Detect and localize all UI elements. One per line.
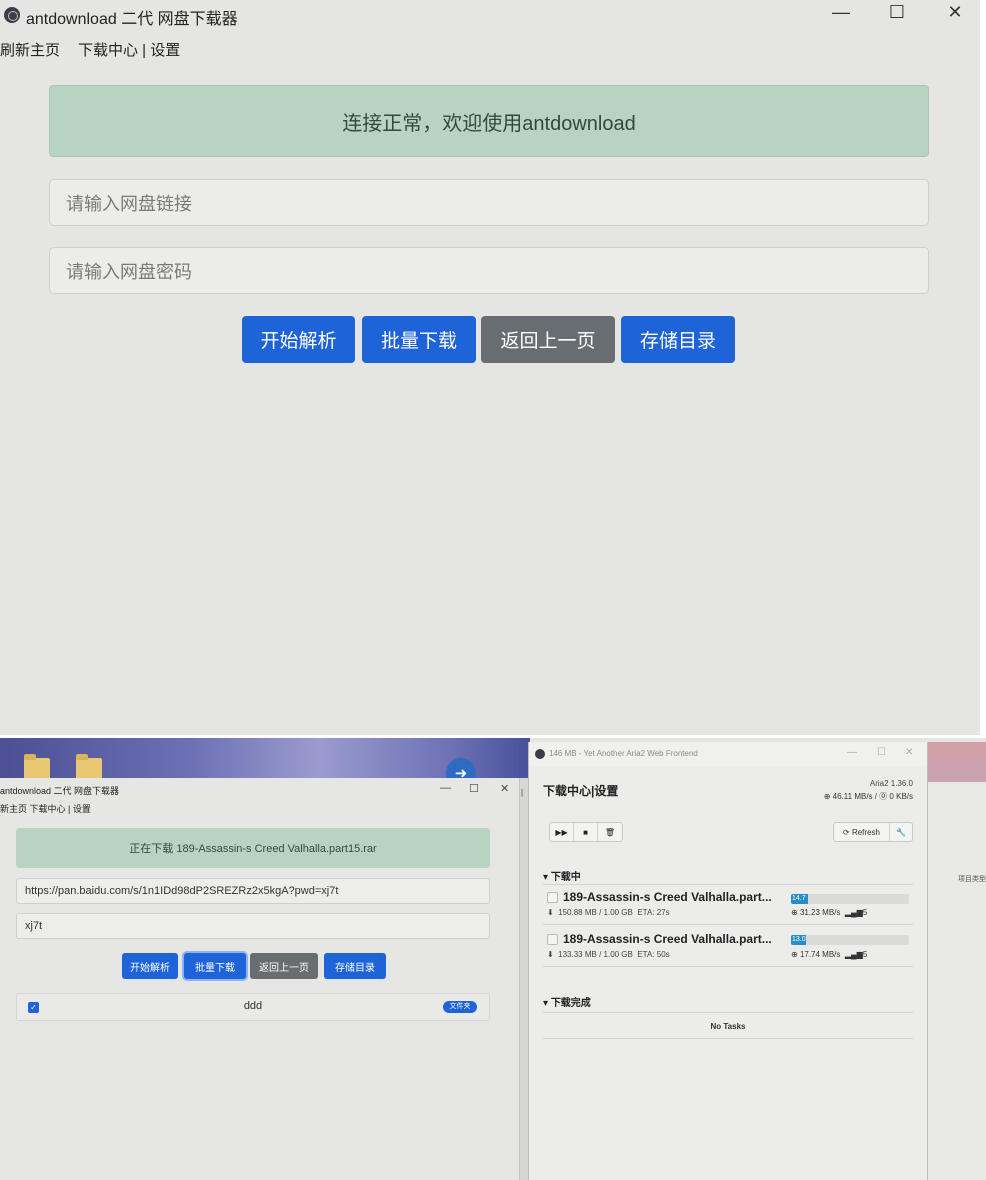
task-name: 189-Assassin-s Creed Valhalla.part...	[563, 932, 772, 946]
settings-wrench-icon: 🔧	[896, 827, 906, 837]
aria-minimize-icon: —	[847, 747, 857, 758]
back-button[interactable]: 返回上一页	[481, 316, 615, 363]
small-password-input: xj7t	[16, 913, 490, 939]
aria-titlebar: 146 MB - Yet Another Aria2 Web Frontend …	[529, 742, 927, 766]
stop-icon: ■	[574, 823, 598, 841]
divider	[543, 924, 913, 925]
aria2-window: 146 MB - Yet Another Aria2 Web Frontend …	[528, 742, 928, 1180]
maximize-button[interactable]: ☐	[882, 2, 912, 23]
file-name: ddd	[243, 1000, 263, 1012]
small-maximize-icon: ☐	[469, 783, 479, 795]
small-window-menu: 新主页 下载中心 | 设置	[0, 804, 91, 814]
app-logo-icon	[4, 7, 20, 23]
task-eta: ETA: 50s	[637, 950, 670, 959]
divider	[543, 966, 913, 967]
desktop-folder-icon	[24, 754, 50, 780]
small-minimize-icon: —	[440, 782, 451, 794]
folder-badge: 文件夹	[443, 1001, 477, 1013]
task-progress-fill: 14.7	[791, 894, 809, 904]
task-eta: ETA: 27s	[637, 908, 670, 917]
no-tasks-label: No Tasks	[710, 1022, 746, 1031]
aria-version: Aria2 1.36.0	[869, 779, 913, 788]
small-close-icon: ✕	[500, 783, 510, 795]
task-speed: ⊕ 31.23 MB/s ▂▄▆5	[791, 908, 868, 917]
task-size: ⬇ 133.33 MB / 1.00 GB ETA: 50s	[547, 950, 670, 959]
task-progress-bar: 14.7	[791, 894, 909, 904]
start-parse-button[interactable]: 开始解析	[242, 316, 355, 363]
task-checkbox	[547, 934, 558, 945]
downloading-heading-text: 下载中	[550, 872, 581, 883]
file-list-item: ✓ ddd 文件夹	[16, 993, 490, 1021]
window-title: antdownload 二代 网盘下载器	[26, 11, 238, 28]
completed-heading-text: 下载完成	[550, 998, 591, 1009]
aria-global-speed: ⊕ 46.11 MB/s / ⓪ 0 KB/s	[823, 792, 913, 801]
main-window: antdownload 二代 网盘下载器 — ☐ ✕ 刷新主页 下载中心 | 设…	[0, 0, 980, 735]
task-size-value: 133.33 MB / 1.00 GB	[558, 950, 633, 959]
small-back-button: 返回上一页	[250, 953, 318, 979]
task-speed-value: 17.74 MB/s	[799, 950, 841, 959]
signal-icon: ▂▄▆	[844, 908, 863, 917]
gap-marker: |	[521, 788, 524, 797]
menu-refresh-home[interactable]: 刷新主页	[0, 39, 60, 60]
demo-screenshot: ➜ antdownload 二代 网盘下载器 新主页 下载中心 | 设置 — ☐…	[0, 738, 986, 1180]
task-connections: 5	[862, 950, 868, 959]
downloading-heading: ▾ 下载中	[543, 872, 581, 883]
task-progress-bar: 13.0	[791, 935, 909, 945]
task-checkbox	[547, 892, 558, 903]
divider	[543, 1012, 913, 1013]
close-button[interactable]: ✕	[940, 2, 970, 23]
divider	[543, 1038, 913, 1039]
minimize-button[interactable]: —	[826, 2, 856, 23]
resume-icon: ▶▶	[550, 823, 574, 841]
refresh-button: ⟳ Refresh	[834, 823, 890, 841]
task-speed: ⊕ 17.74 MB/s ▂▄▆5	[791, 950, 868, 959]
right-window-fragment: 项目类型	[928, 742, 986, 1180]
task-speed-value: 31.23 MB/s	[799, 908, 841, 917]
aria-global-speed-value: 46.11 MB/s / ⓪ 0 KB/s	[832, 792, 913, 801]
delete-icon: 🗑	[604, 827, 616, 837]
task-size: ⬇ 150.88 MB / 1.00 GB ETA: 27s	[547, 908, 670, 917]
refresh-label: Refresh	[851, 827, 880, 837]
batch-download-button[interactable]: 批量下载	[362, 316, 476, 363]
antdownload-small-window: antdownload 二代 网盘下载器 新主页 下载中心 | 设置 — ☐ ✕…	[0, 778, 520, 1180]
small-parse-button: 开始解析	[122, 953, 178, 979]
aria-header: 下载中心|设置	[543, 784, 619, 798]
task-size-value: 150.88 MB / 1.00 GB	[558, 908, 633, 917]
share-password-input[interactable]: 请输入网盘密码	[49, 247, 929, 294]
small-window-title: antdownload 二代 网盘下载器	[0, 786, 120, 796]
small-batch-button: 批量下载	[184, 953, 246, 979]
completed-heading: ▾ 下载完成	[543, 998, 591, 1009]
aria-app-icon	[535, 749, 545, 759]
divider	[543, 884, 913, 885]
small-status-alert: 正在下载 189-Assassin-s Creed Valhalla.part1…	[16, 828, 490, 868]
signal-icon: ▂▄▆	[844, 950, 863, 959]
status-alert: 连接正常，欢迎使用antdownload	[49, 85, 929, 157]
storage-dir-button[interactable]: 存储目录	[621, 316, 735, 363]
task-progress-fill: 13.0	[791, 935, 807, 945]
right-wallpaper	[928, 742, 986, 782]
aria-toolbar: ▶▶ ■ 🗑	[549, 822, 623, 842]
small-storage-button: 存储目录	[324, 953, 386, 979]
desktop-folder-icon	[76, 754, 102, 780]
small-link-input: https://pan.baidu.com/s/1n1IDd98dP2SREZR…	[16, 878, 490, 904]
project-type-label: 项目类型	[958, 876, 986, 883]
share-link-input[interactable]: 请输入网盘链接	[49, 179, 929, 226]
task-name: 189-Assassin-s Creed Valhalla.part...	[563, 890, 772, 904]
aria-refresh-group: ⟳ Refresh 🔧	[833, 822, 913, 842]
aria-maximize-icon: ☐	[877, 747, 886, 758]
menu-downloads-settings[interactable]: 下载中心 | 设置	[78, 39, 180, 60]
window-gap	[520, 778, 528, 1180]
aria-window-title: 146 MB - Yet Another Aria2 Web Frontend	[549, 749, 698, 758]
task-connections: 5	[862, 908, 868, 917]
aria-close-icon: ✕	[905, 747, 914, 758]
